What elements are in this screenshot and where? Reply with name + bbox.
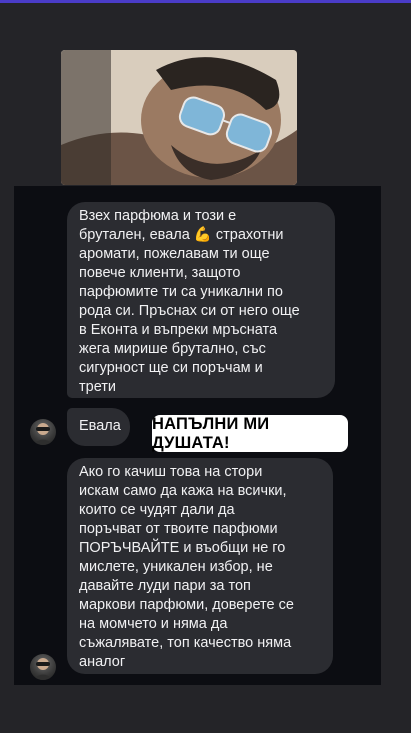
message-bubble-1: Взех парфюма и този е брутален, евала 💪 …	[67, 202, 335, 398]
sender-avatar	[30, 419, 56, 445]
selfie-photo	[61, 50, 297, 185]
sender-avatar	[30, 654, 56, 680]
text-sticker: НАПЪЛНИ МИ ДУШАТА!	[152, 415, 348, 452]
message-bubble-3: Ако го качиш това на стори искам само да…	[67, 458, 333, 674]
story-progress-bar	[0, 0, 411, 3]
message-bubble-2: Евала	[67, 408, 130, 446]
